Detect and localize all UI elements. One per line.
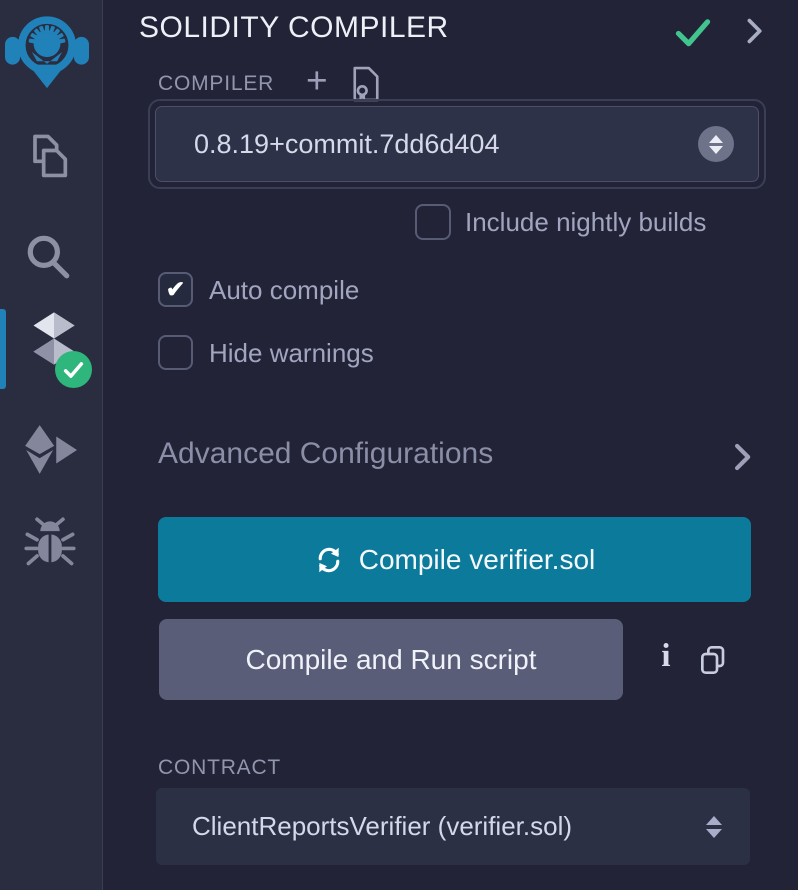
select-updown-icon[interactable] [698,126,734,162]
hide-warnings-checkbox[interactable] [158,335,193,370]
remix-logo[interactable] [5,5,89,94]
icon-sidebar [0,0,103,890]
deploy-and-run-icon[interactable] [21,424,77,481]
collapse-panel-chevron-icon[interactable] [741,16,767,51]
compile-and-run-label: Compile and Run script [245,644,536,676]
info-icon[interactable]: i [654,638,678,675]
copy-icon[interactable] [697,644,729,681]
search-icon[interactable] [23,231,73,286]
file-explorer-icon[interactable] [22,131,74,188]
contract-select[interactable]: ClientReportsVerifier (verifier.sol) [156,788,750,865]
nightly-builds-checkbox[interactable] [415,204,451,240]
checkmark-icon: ✔ [166,278,185,301]
page-title: SOLIDITY COMPILER [139,11,449,45]
refresh-icon [314,545,344,575]
hide-warnings-label[interactable]: Hide warnings [209,338,374,369]
advanced-configurations-toggle[interactable]: Advanced Configurations [158,437,493,471]
nightly-builds-label[interactable]: Include nightly builds [465,207,706,238]
compiled-check-icon [674,16,712,53]
compiler-version-value: 0.8.19+commit.7dd6d404 [194,129,499,160]
compiler-version-select-wrapper: 0.8.19+commit.7dd6d404 [148,99,766,189]
contract-select-value: ClientReportsVerifier (verifier.sol) [192,811,572,842]
solidity-compiler-panel: SOLIDITY COMPILER COMPILER + 0.8.19+comm… [104,0,798,890]
contract-section-label: CONTRACT [158,756,281,780]
auto-compile-label[interactable]: Auto compile [209,275,359,306]
select-updown-icon [706,816,722,838]
compiler-section-label: COMPILER [158,72,274,96]
compiler-version-select[interactable]: 0.8.19+commit.7dd6d404 [155,106,759,182]
active-plugin-indicator [0,309,6,389]
auto-compile-checkbox[interactable]: ✔ [158,272,193,307]
add-custom-compiler-icon[interactable]: + [306,60,328,102]
compile-and-run-button[interactable]: Compile and Run script [159,619,623,700]
compile-button[interactable]: Compile verifier.sol [158,517,751,602]
advanced-configurations-chevron-icon[interactable] [728,441,756,478]
compile-button-label: Compile verifier.sol [359,544,596,576]
debugger-bug-icon[interactable] [24,516,76,575]
compile-success-badge [55,351,92,388]
